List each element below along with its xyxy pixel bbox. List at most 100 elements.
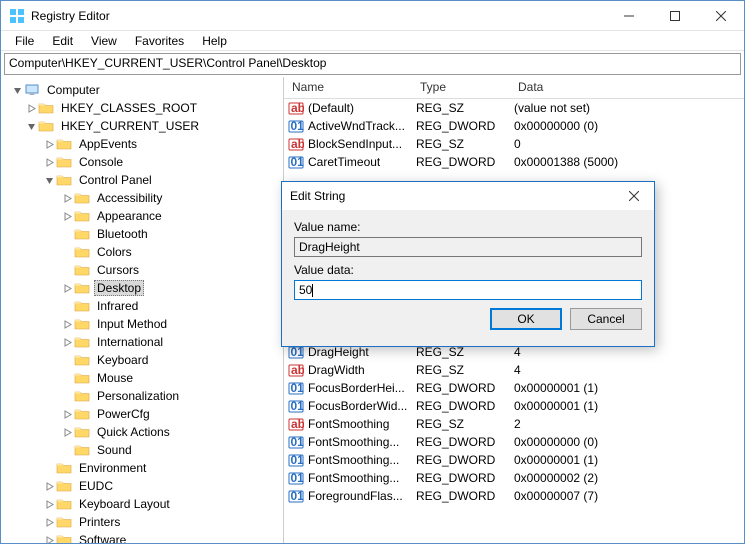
expander-placeholder: [60, 227, 74, 241]
col-data[interactable]: Data: [510, 77, 744, 98]
tree-item-environment[interactable]: Environment: [10, 459, 283, 477]
tree-item-label: Environment: [76, 461, 149, 475]
value-data: 0x00000000 (0): [510, 119, 744, 133]
reg-dword-icon: 011: [288, 118, 304, 134]
tree-item-infrared[interactable]: Infrared: [10, 297, 283, 315]
tree-item-international[interactable]: International: [10, 333, 283, 351]
chevron-right-icon[interactable]: [60, 317, 74, 331]
value-data-field[interactable]: 50: [294, 280, 642, 300]
close-button[interactable]: [698, 1, 744, 31]
reg-dword-icon: 011: [288, 398, 304, 414]
tree-item-eudc[interactable]: EUDC: [10, 477, 283, 495]
menu-favorites[interactable]: Favorites: [127, 32, 192, 50]
tree-item-printers[interactable]: Printers: [10, 513, 283, 531]
chevron-right-icon[interactable]: [24, 101, 38, 115]
reg-dword-icon: 011: [288, 380, 304, 396]
list-row[interactable]: abBlockSendInput...REG_SZ0: [284, 135, 744, 153]
reg-dword-icon: 011: [288, 434, 304, 450]
chevron-down-icon[interactable]: [24, 119, 38, 133]
tree-item-bluetooth[interactable]: Bluetooth: [10, 225, 283, 243]
chevron-right-icon[interactable]: [60, 281, 74, 295]
list-row[interactable]: 011ActiveWndTrack...REG_DWORD0x00000000 …: [284, 117, 744, 135]
titlebar: Registry Editor: [1, 1, 744, 31]
tree-item-sound[interactable]: Sound: [10, 441, 283, 459]
chevron-down-icon[interactable]: [42, 173, 56, 187]
chevron-right-icon[interactable]: [60, 191, 74, 205]
tree-item-hkey-current-user[interactable]: HKEY_CURRENT_USER: [10, 117, 283, 135]
list-row[interactable]: abFontSmoothingREG_SZ2: [284, 415, 744, 433]
tree-item-colors[interactable]: Colors: [10, 243, 283, 261]
tree-item-label: Mouse: [94, 371, 136, 385]
value-type: REG_SZ: [412, 345, 510, 359]
cancel-button[interactable]: Cancel: [570, 308, 642, 330]
tree-item-label: Cursors: [94, 263, 142, 277]
expander-placeholder: [60, 245, 74, 259]
tree-item-accessibility[interactable]: Accessibility: [10, 189, 283, 207]
tree-item-powercfg[interactable]: PowerCfg: [10, 405, 283, 423]
dialog-titlebar[interactable]: Edit String: [282, 182, 654, 210]
list-row[interactable]: abDragWidthREG_SZ4: [284, 361, 744, 379]
chevron-right-icon[interactable]: [60, 209, 74, 223]
chevron-right-icon[interactable]: [42, 155, 56, 169]
chevron-right-icon[interactable]: [42, 533, 56, 543]
tree-item-label: International: [94, 335, 166, 349]
chevron-right-icon[interactable]: [42, 497, 56, 511]
value-name: FontSmoothing: [308, 417, 389, 431]
value-name-field[interactable]: DragHeight: [294, 237, 642, 257]
list-row[interactable]: 011FontSmoothing...REG_DWORD0x00000000 (…: [284, 433, 744, 451]
tree-item-keyboard[interactable]: Keyboard: [10, 351, 283, 369]
minimize-button[interactable]: [606, 1, 652, 31]
list-row[interactable]: ab(Default)REG_SZ(value not set): [284, 99, 744, 117]
tree-item-quick-actions[interactable]: Quick Actions: [10, 423, 283, 441]
menu-view[interactable]: View: [83, 32, 125, 50]
tree-item-appearance[interactable]: Appearance: [10, 207, 283, 225]
list-row[interactable]: 011FontSmoothing...REG_DWORD0x00000002 (…: [284, 469, 744, 487]
menu-edit[interactable]: Edit: [44, 32, 81, 50]
tree-item-control-panel[interactable]: Control Panel: [10, 171, 283, 189]
chevron-right-icon[interactable]: [60, 335, 74, 349]
col-type[interactable]: Type: [412, 77, 510, 98]
value-name: DragHeight: [308, 345, 369, 359]
folder-icon: [56, 497, 72, 511]
tree-item-console[interactable]: Console: [10, 153, 283, 171]
value-name: FontSmoothing...: [308, 453, 399, 467]
list-row[interactable]: 011FontSmoothing...REG_DWORD0x00000001 (…: [284, 451, 744, 469]
col-name[interactable]: Name: [284, 77, 412, 98]
value-type: REG_DWORD: [412, 453, 510, 467]
chevron-right-icon[interactable]: [60, 407, 74, 421]
chevron-right-icon[interactable]: [60, 425, 74, 439]
chevron-right-icon[interactable]: [42, 515, 56, 529]
tree-item-mouse[interactable]: Mouse: [10, 369, 283, 387]
tree-item-software[interactable]: Software: [10, 531, 283, 543]
ok-button[interactable]: OK: [490, 308, 562, 330]
list-row[interactable]: 011CaretTimeoutREG_DWORD0x00001388 (5000…: [284, 153, 744, 171]
chevron-down-icon[interactable]: [10, 83, 24, 97]
value-data: 0x00000007 (7): [510, 489, 744, 503]
list-row[interactable]: 011FocusBorderHei...REG_DWORD0x00000001 …: [284, 379, 744, 397]
dialog-close-button[interactable]: [618, 184, 650, 208]
tree-view[interactable]: ComputerHKEY_CLASSES_ROOTHKEY_CURRENT_US…: [4, 77, 284, 543]
value-name: FocusBorderHei...: [308, 381, 405, 395]
tree-item-input-method[interactable]: Input Method: [10, 315, 283, 333]
tree-item-label: Bluetooth: [94, 227, 151, 241]
edit-string-dialog: Edit String Value name: DragHeight Value…: [281, 181, 655, 347]
tree-item-hkey-classes-root[interactable]: HKEY_CLASSES_ROOT: [10, 99, 283, 117]
tree-item-desktop[interactable]: Desktop: [10, 279, 283, 297]
reg-dword-icon: 011: [288, 452, 304, 468]
menu-help[interactable]: Help: [194, 32, 235, 50]
folder-icon: [74, 263, 90, 277]
chevron-right-icon[interactable]: [42, 137, 56, 151]
maximize-button[interactable]: [652, 1, 698, 31]
tree-item-keyboard-layout[interactable]: Keyboard Layout: [10, 495, 283, 513]
tree-item-appevents[interactable]: AppEvents: [10, 135, 283, 153]
tree-item-computer[interactable]: Computer: [10, 81, 283, 99]
tree-item-cursors[interactable]: Cursors: [10, 261, 283, 279]
list-row[interactable]: 011ForegroundFlas...REG_DWORD0x00000007 …: [284, 487, 744, 505]
address-bar[interactable]: Computer\HKEY_CURRENT_USER\Control Panel…: [4, 53, 741, 75]
tree-item-label: Appearance: [94, 209, 165, 223]
menu-file[interactable]: File: [7, 32, 42, 50]
tree-item-personalization[interactable]: Personalization: [10, 387, 283, 405]
chevron-right-icon[interactable]: [42, 479, 56, 493]
reg-sz-icon: ab: [288, 136, 304, 152]
list-row[interactable]: 011FocusBorderWid...REG_DWORD0x00000001 …: [284, 397, 744, 415]
